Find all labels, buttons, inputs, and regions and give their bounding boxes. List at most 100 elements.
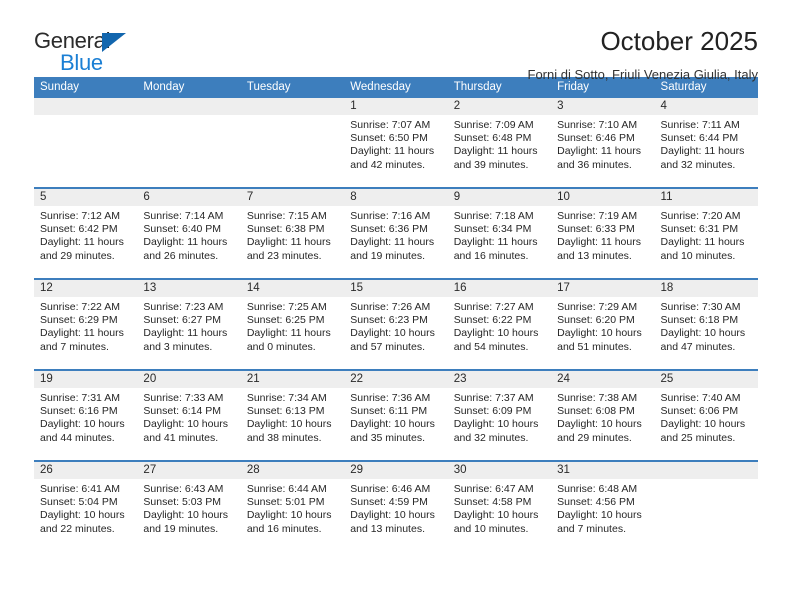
calendar-page: General Blue October 2025 Forni di Sotto… [0, 0, 792, 612]
day-cell[interactable]: 9 Sunrise: 7:18 AM Sunset: 6:34 PM Daylight… [447, 189, 552, 278]
day-number: 6 [137, 189, 241, 206]
sunset-text: Sunset: 6:06 PM [660, 405, 739, 418]
day-number: 30 [447, 462, 552, 479]
sunrise-text: Sunrise: 6:44 AM [246, 483, 327, 495]
weekday-header-tuesday: Tuesday [246, 81, 291, 93]
sunrise-text: Sunrise: 7:27 AM [453, 301, 534, 313]
day-cell[interactable]: 27 Sunrise: 6:43 AM Sunset: 5:03 PM Dayligh… [137, 462, 241, 551]
day-details: Sunrise: 6:43 AM Sunset: 5:03 PM Daylight:… [137, 479, 240, 536]
sunrise-text: Sunrise: 7:18 AM [453, 210, 534, 222]
day-number: 20 [137, 371, 241, 388]
daylight-text-line1: Daylight: 10 hours [246, 418, 332, 431]
day-cell[interactable]: 6 Sunrise: 7:14 AM Sunset: 6:40 PM Daylight… [137, 189, 241, 278]
calendar-week-row: 12 Sunrise: 7:22 AM Sunset: 6:29 PM Dayligh… [34, 278, 758, 369]
weekday-header-monday: Monday [143, 81, 185, 93]
sunset-text: Sunset: 6:33 PM [557, 223, 635, 236]
daylight-text-line2: and 57 minutes. [350, 340, 425, 353]
sunrise-text: Sunrise: 7:11 AM [660, 119, 740, 131]
sunset-text: Sunset: 4:56 PM [557, 496, 635, 509]
day-number: 16 [447, 280, 552, 297]
day-cell[interactable]: 8 Sunrise: 7:16 AM Sunset: 6:36 PM Daylight… [344, 189, 448, 278]
weekday-header-saturday: Saturday [660, 81, 707, 93]
day-details: Sunrise: 6:48 AM Sunset: 4:56 PM Daylight:… [551, 479, 654, 536]
day-cell[interactable]: 24 Sunrise: 7:38 AM Sunset: 6:08 PM Dayligh… [551, 371, 655, 460]
sunset-text: Sunset: 6:13 PM [246, 405, 325, 418]
daylight-text-line1: Daylight: 11 hours [40, 327, 124, 340]
sunset-text: Sunset: 5:03 PM [143, 496, 222, 509]
day-number [654, 462, 758, 479]
logo-text-general: General [34, 28, 111, 53]
day-number: 24 [551, 371, 655, 388]
logo-text-blue: Blue [60, 50, 103, 75]
sunset-text: Sunset: 4:58 PM [453, 496, 532, 509]
day-cell[interactable]: 26 Sunrise: 6:41 AM Sunset: 5:04 PM Dayligh… [34, 462, 138, 551]
daylight-text-line2: and 23 minutes. [246, 249, 322, 262]
day-number: 25 [654, 371, 758, 388]
day-number: 15 [344, 280, 448, 297]
sunset-text: Sunset: 6:14 PM [143, 405, 222, 418]
day-details: Sunrise: 7:36 AM Sunset: 6:11 PM Daylight:… [344, 388, 447, 445]
daylight-text-line1: Daylight: 10 hours [350, 418, 435, 431]
day-cell[interactable]: 29 Sunrise: 6:46 AM Sunset: 4:59 PM Dayligh… [344, 462, 448, 551]
day-cell[interactable]: 13 Sunrise: 7:23 AM Sunset: 6:27 PM Dayligh… [137, 280, 241, 369]
day-cell[interactable]: 5 Sunrise: 7:12 AM Sunset: 6:42 PM Daylight… [34, 189, 138, 278]
day-cell[interactable]: 15 Sunrise: 7:26 AM Sunset: 6:23 PM Dayligh… [344, 280, 448, 369]
day-details: Sunrise: 7:30 AM Sunset: 6:18 PM Daylight:… [655, 297, 758, 354]
daylight-text-line2: and 32 minutes. [660, 158, 736, 171]
daylight-text-line1: Daylight: 10 hours [350, 327, 435, 340]
sunset-text: Sunset: 6:42 PM [40, 223, 118, 236]
daylight-text-line1: Daylight: 11 hours [453, 236, 538, 249]
day-cell[interactable]: 2 Sunrise: 7:09 AM Sunset: 6:48 PM Daylight… [447, 98, 552, 187]
day-cell[interactable]: 12 Sunrise: 7:22 AM Sunset: 6:29 PM Dayligh… [34, 280, 138, 369]
day-number: 19 [34, 371, 138, 388]
weekday-header-wednesday: Wednesday [350, 81, 411, 93]
sunrise-text: Sunrise: 7:23 AM [143, 301, 224, 313]
daylight-text-line2: and 13 minutes. [350, 522, 425, 535]
day-cell[interactable]: 21 Sunrise: 7:34 AM Sunset: 6:13 PM Dayligh… [240, 371, 345, 460]
sunset-text: Sunset: 6:34 PM [453, 223, 532, 236]
daylight-text-line2: and 39 minutes. [453, 158, 529, 171]
day-cell[interactable]: 10 Sunrise: 7:19 AM Sunset: 6:33 PM Dayligh… [551, 189, 655, 278]
day-cell[interactable]: 11 Sunrise: 7:20 AM Sunset: 6:31 PM Dayligh… [654, 189, 758, 278]
day-cell[interactable]: 17 Sunrise: 7:29 AM Sunset: 6:20 PM Dayligh… [551, 280, 655, 369]
day-details: Sunrise: 7:38 AM Sunset: 6:08 PM Daylight:… [551, 388, 654, 445]
day-cell[interactable]: 4 Sunrise: 7:11 AM Sunset: 6:44 PM Daylight… [654, 98, 758, 187]
sunrise-text: Sunrise: 7:09 AM [453, 119, 534, 131]
daylight-text-line2: and 29 minutes. [557, 431, 632, 444]
day-cell-empty [654, 462, 758, 551]
daylight-text-line2: and 35 minutes. [350, 431, 425, 444]
daylight-text-line2: and 32 minutes. [453, 431, 529, 444]
day-cell[interactable]: 14 Sunrise: 7:25 AM Sunset: 6:25 PM Dayligh… [240, 280, 345, 369]
sunrise-text: Sunrise: 7:31 AM [40, 392, 120, 404]
day-number [240, 98, 345, 115]
day-cell[interactable]: 18 Sunrise: 7:30 AM Sunset: 6:18 PM Dayligh… [654, 280, 758, 369]
day-cell[interactable]: 25 Sunrise: 7:40 AM Sunset: 6:06 PM Dayligh… [654, 371, 758, 460]
sunrise-text: Sunrise: 6:43 AM [143, 483, 224, 495]
day-cell[interactable]: 1 Sunrise: 7:07 AM Sunset: 6:50 PM Daylight… [344, 98, 448, 187]
day-number: 21 [240, 371, 345, 388]
day-cell[interactable]: 16 Sunrise: 7:27 AM Sunset: 6:22 PM Dayligh… [447, 280, 552, 369]
day-number: 29 [344, 462, 448, 479]
logo-triangle-icon [102, 33, 126, 52]
day-number: 26 [34, 462, 138, 479]
day-cell[interactable]: 3 Sunrise: 7:10 AM Sunset: 6:46 PM Daylight… [551, 98, 655, 187]
calendar-grid: Sunday Monday Tuesday Wednesday Thursday Frid… [34, 77, 758, 551]
daylight-text-line1: Daylight: 10 hours [660, 327, 746, 340]
general-blue-logo[interactable]: General Blue [34, 26, 164, 74]
daylight-text-line2: and 3 minutes. [143, 340, 213, 353]
sunset-text: Sunset: 6:31 PM [660, 223, 739, 236]
day-cell[interactable]: 20 Sunrise: 7:33 AM Sunset: 6:14 PM Dayligh… [137, 371, 241, 460]
day-cell[interactable]: 19 Sunrise: 7:31 AM Sunset: 6:16 PM Dayligh… [34, 371, 138, 460]
day-cell[interactable]: 28 Sunrise: 6:44 AM Sunset: 5:01 PM Dayligh… [240, 462, 345, 551]
day-cell[interactable]: 7 Sunrise: 7:15 AM Sunset: 6:38 PM Daylight… [240, 189, 345, 278]
day-cell[interactable]: 31 Sunrise: 6:48 AM Sunset: 4:56 PM Dayligh… [551, 462, 655, 551]
daylight-text-line2: and 44 minutes. [40, 431, 115, 444]
day-cell[interactable]: 23 Sunrise: 7:37 AM Sunset: 6:09 PM Dayligh… [447, 371, 552, 460]
daylight-text-line2: and 22 minutes. [40, 522, 115, 535]
daylight-text-line2: and 16 minutes. [246, 522, 322, 535]
sunset-text: Sunset: 6:48 PM [453, 132, 532, 145]
day-details: Sunrise: 7:26 AM Sunset: 6:23 PM Daylight:… [344, 297, 447, 354]
day-cell[interactable]: 22 Sunrise: 7:36 AM Sunset: 6:11 PM Dayligh… [344, 371, 448, 460]
day-number: 27 [137, 462, 241, 479]
day-cell[interactable]: 30 Sunrise: 6:47 AM Sunset: 4:58 PM Dayligh… [447, 462, 552, 551]
